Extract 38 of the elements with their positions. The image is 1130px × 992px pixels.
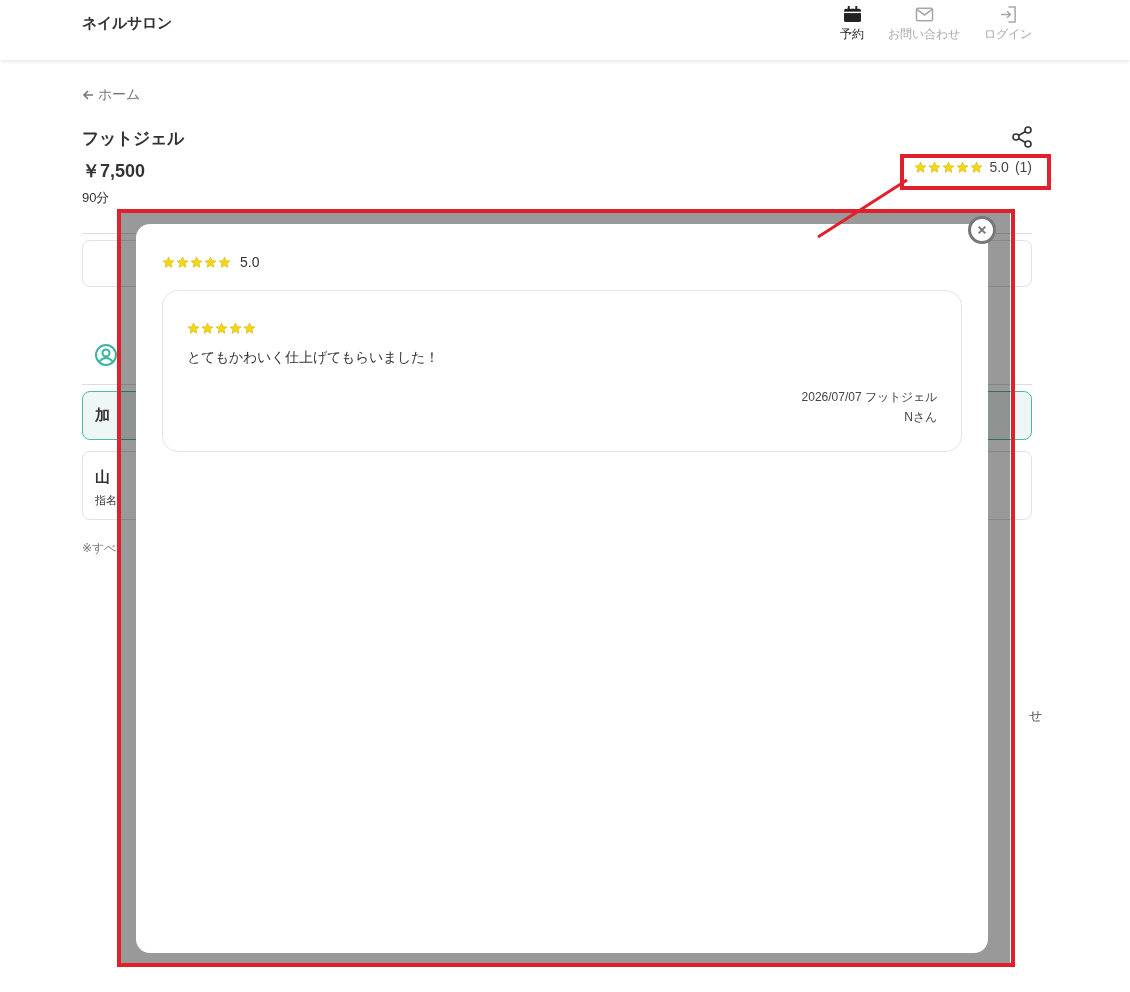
star-icon [201,322,214,335]
star-icon [187,322,200,335]
star-icon [942,160,956,174]
mail-icon [914,6,934,23]
star-icon [176,255,189,269]
star-icon [914,160,928,174]
user-icon [94,343,118,367]
menu-duration: 90分 [82,189,111,207]
review-author: Nさん [903,409,937,426]
star-icon [928,160,942,174]
nav-item[interactable]: 予約 [838,6,866,43]
star-icon [229,322,242,335]
star-icon [218,255,231,269]
star-icon [162,255,175,269]
close-button[interactable] [968,216,996,244]
note-text: ※すべ [82,540,118,557]
share-icon[interactable] [1010,125,1034,149]
staff-name: 山 [95,468,111,487]
back-link[interactable]: ホーム [82,86,140,104]
rating-score: 5.0 [240,254,260,270]
review-meta: 2026/07/07 フットジェル [800,389,937,406]
menu-price: ￥7,500 [82,160,147,183]
star-icon [215,322,228,335]
star-icon [956,160,970,174]
login-icon [998,6,1018,23]
staff-name: 加 [95,406,110,425]
staff-label: 指名 [95,493,118,508]
review-text: とてもかわいく仕上げてもらいました！ [187,349,440,367]
arrow-left-icon [82,89,94,101]
calendar-icon [842,6,862,23]
menu-title: フットジェル [82,128,184,150]
star-icon [204,255,217,269]
star-icon [243,322,256,335]
text-fragment: せ [1029,707,1042,725]
star-icon [190,255,203,269]
star-icon [970,160,984,174]
site-logo[interactable]: ネイルサロン [82,14,172,33]
rating-link[interactable]: 5.0 (1) [914,159,1032,175]
